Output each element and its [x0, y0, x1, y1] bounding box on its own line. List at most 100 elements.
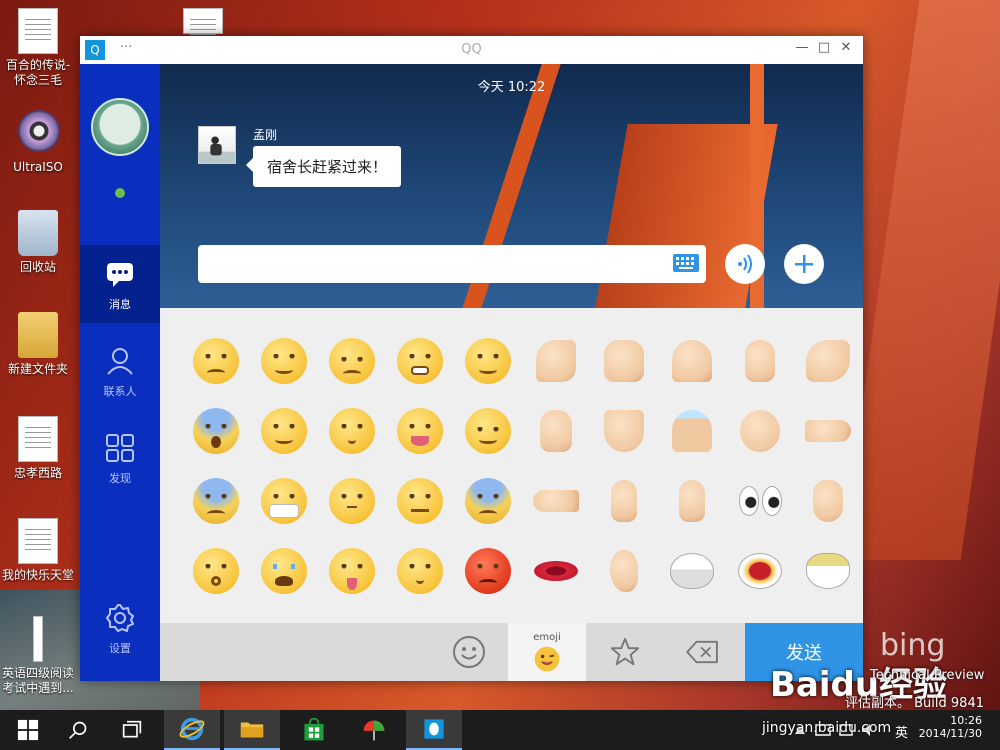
- emoji-mask[interactable]: [250, 466, 318, 536]
- emoji-disappointed-relieved[interactable]: [182, 326, 250, 396]
- taskbar-file-explorer[interactable]: [224, 710, 280, 750]
- emoji-flexed-biceps[interactable]: [522, 326, 590, 396]
- emoji-nose[interactable]: [794, 466, 862, 536]
- emoji-folded-hands[interactable]: [658, 396, 726, 466]
- emoji-wink[interactable]: [454, 326, 522, 396]
- keyboard-icon[interactable]: [672, 252, 700, 274]
- emoji-unamused[interactable]: [386, 466, 454, 536]
- folder-icon: [18, 312, 58, 358]
- desktop-icon-label: 新建文件夹: [7, 362, 68, 376]
- desktop-icon-doc-5[interactable]: [165, 8, 241, 43]
- desktop-icon-new-folder[interactable]: 新建文件夹: [0, 312, 76, 377]
- voice-button[interactable]: [725, 244, 765, 284]
- chat-area: 今天 10:22 孟刚 宿舍长赶紧过来！: [160, 64, 863, 308]
- task-view-button[interactable]: [104, 710, 160, 750]
- title-bar[interactable]: Q ··· QQ — □ ✕: [80, 36, 863, 64]
- internet-explorer-icon: [179, 717, 205, 741]
- add-button[interactable]: [784, 244, 824, 284]
- emoji-relieved[interactable]: [454, 396, 522, 466]
- maximize-button[interactable]: □: [813, 40, 835, 60]
- document-icon: [18, 416, 58, 462]
- taskbar-ie[interactable]: [164, 710, 220, 750]
- store-icon: [304, 717, 324, 741]
- emoji-tab-label: emoji: [533, 632, 561, 643]
- sidebar-item-settings[interactable]: 设置: [80, 589, 160, 667]
- task-view-icon: [122, 720, 142, 738]
- sender-avatar[interactable]: [198, 126, 236, 164]
- sidebar-item-contacts[interactable]: 联系人: [80, 332, 160, 410]
- emoji-pensive[interactable]: [318, 326, 386, 396]
- emoji-scream[interactable]: [182, 396, 250, 466]
- user-avatar[interactable]: [91, 98, 149, 156]
- emoji-thumbs-up[interactable]: [658, 326, 726, 396]
- close-button[interactable]: ✕: [835, 40, 857, 60]
- desktop-icon-label: 回收站: [19, 260, 56, 274]
- emoji-tongue-wink[interactable]: [318, 536, 386, 606]
- emoji-eyes[interactable]: [726, 466, 794, 536]
- emoji-tab[interactable]: emoji: [508, 623, 586, 681]
- sidebar-item-messages[interactable]: 消息: [80, 245, 160, 323]
- search-button[interactable]: [50, 710, 106, 750]
- emoji-face-icon: [534, 646, 560, 672]
- chat-bubble-icon: [107, 263, 133, 287]
- emoji-tongue-closed-eyes[interactable]: [386, 396, 454, 466]
- favorites-tab[interactable]: [586, 623, 664, 681]
- emoji-confounded[interactable]: [250, 396, 318, 466]
- tech-preview-label: Technical Preview: [870, 668, 985, 683]
- emoji-lips[interactable]: [522, 536, 590, 606]
- star-icon: [610, 637, 640, 666]
- emoji-grimacing[interactable]: [386, 326, 454, 396]
- clock[interactable]: 10:26 2014/11/30: [919, 714, 982, 740]
- sidebar-item-discover[interactable]: 发现: [80, 419, 160, 497]
- qq-window: Q ··· QQ — □ ✕ 消息 联系人 发现 设置 今天 10:22 孟刚 …: [80, 36, 863, 681]
- emoji-kissing-closed-eyes[interactable]: [318, 396, 386, 466]
- emoji-clapping[interactable]: [794, 326, 862, 396]
- desktop-icon-doc-4[interactable]: 英语四级阅读考试中遇到...: [0, 616, 76, 696]
- emoji-point-up[interactable]: [726, 326, 794, 396]
- sidebar-item-label: 设置: [109, 642, 131, 655]
- emoji-spaghetti[interactable]: [726, 536, 794, 606]
- desktop-icon-recycle-bin[interactable]: 回收站: [0, 210, 76, 275]
- taskbar-qq[interactable]: [406, 710, 462, 750]
- emoji-angry[interactable]: [454, 536, 522, 606]
- emoji-point-left[interactable]: [522, 466, 590, 536]
- wallpaper-bridge-tower: [840, 0, 1000, 560]
- desktop-icon-doc-1[interactable]: 百合的传说-怀念三毛: [0, 8, 76, 88]
- message-input[interactable]: [198, 245, 706, 283]
- emoji-dizzy-face[interactable]: [182, 536, 250, 606]
- ime-indicator[interactable]: 英: [895, 722, 908, 741]
- emoji-ramen[interactable]: [794, 536, 862, 606]
- emoji-point-up-2[interactable]: [590, 466, 658, 536]
- emoji-rice-bowl[interactable]: [658, 536, 726, 606]
- emoji-flushed[interactable]: [318, 466, 386, 536]
- sidebar-item-label: 联系人: [103, 385, 137, 398]
- emoji-fearful[interactable]: [182, 466, 250, 536]
- emoji-cold-sweat[interactable]: [454, 466, 522, 536]
- desktop-icon-label: 百合的传说-怀念三毛: [5, 58, 71, 87]
- emoji-sob[interactable]: [250, 536, 318, 606]
- emoji-fist[interactable]: [590, 326, 658, 396]
- emoji-kissing-heart[interactable]: [386, 536, 454, 606]
- emoji-point-right[interactable]: [794, 396, 862, 466]
- emoji-ear[interactable]: [590, 536, 658, 606]
- window-title: QQ: [461, 42, 482, 57]
- minimize-button[interactable]: —: [791, 40, 813, 60]
- emoji-ok-hand[interactable]: [726, 396, 794, 466]
- desktop-icon-doc-2[interactable]: 忠孝西路: [0, 416, 76, 481]
- taskbar-app[interactable]: [346, 710, 402, 750]
- emoji-victory-hand[interactable]: [522, 396, 590, 466]
- smiley-tab[interactable]: [430, 623, 508, 681]
- voice-wave-icon: [738, 254, 752, 274]
- desktop-icon-doc-3[interactable]: 我的快乐天堂: [0, 518, 76, 583]
- taskbar-store[interactable]: [286, 710, 342, 750]
- umbrella-app-icon: [363, 720, 385, 741]
- emoji-tab-bar: emoji 发送: [160, 623, 863, 681]
- backspace-tab[interactable]: [664, 623, 742, 681]
- desktop-icon-ultraiso[interactable]: UltraISO: [0, 110, 76, 175]
- desktop-icon-label: 忠孝西路: [13, 466, 62, 480]
- emoji-smirk[interactable]: [250, 326, 318, 396]
- disc-icon: [18, 110, 60, 152]
- emoji-thumbs-down[interactable]: [590, 396, 658, 466]
- start-button[interactable]: [0, 710, 56, 750]
- emoji-point-down[interactable]: [658, 466, 726, 536]
